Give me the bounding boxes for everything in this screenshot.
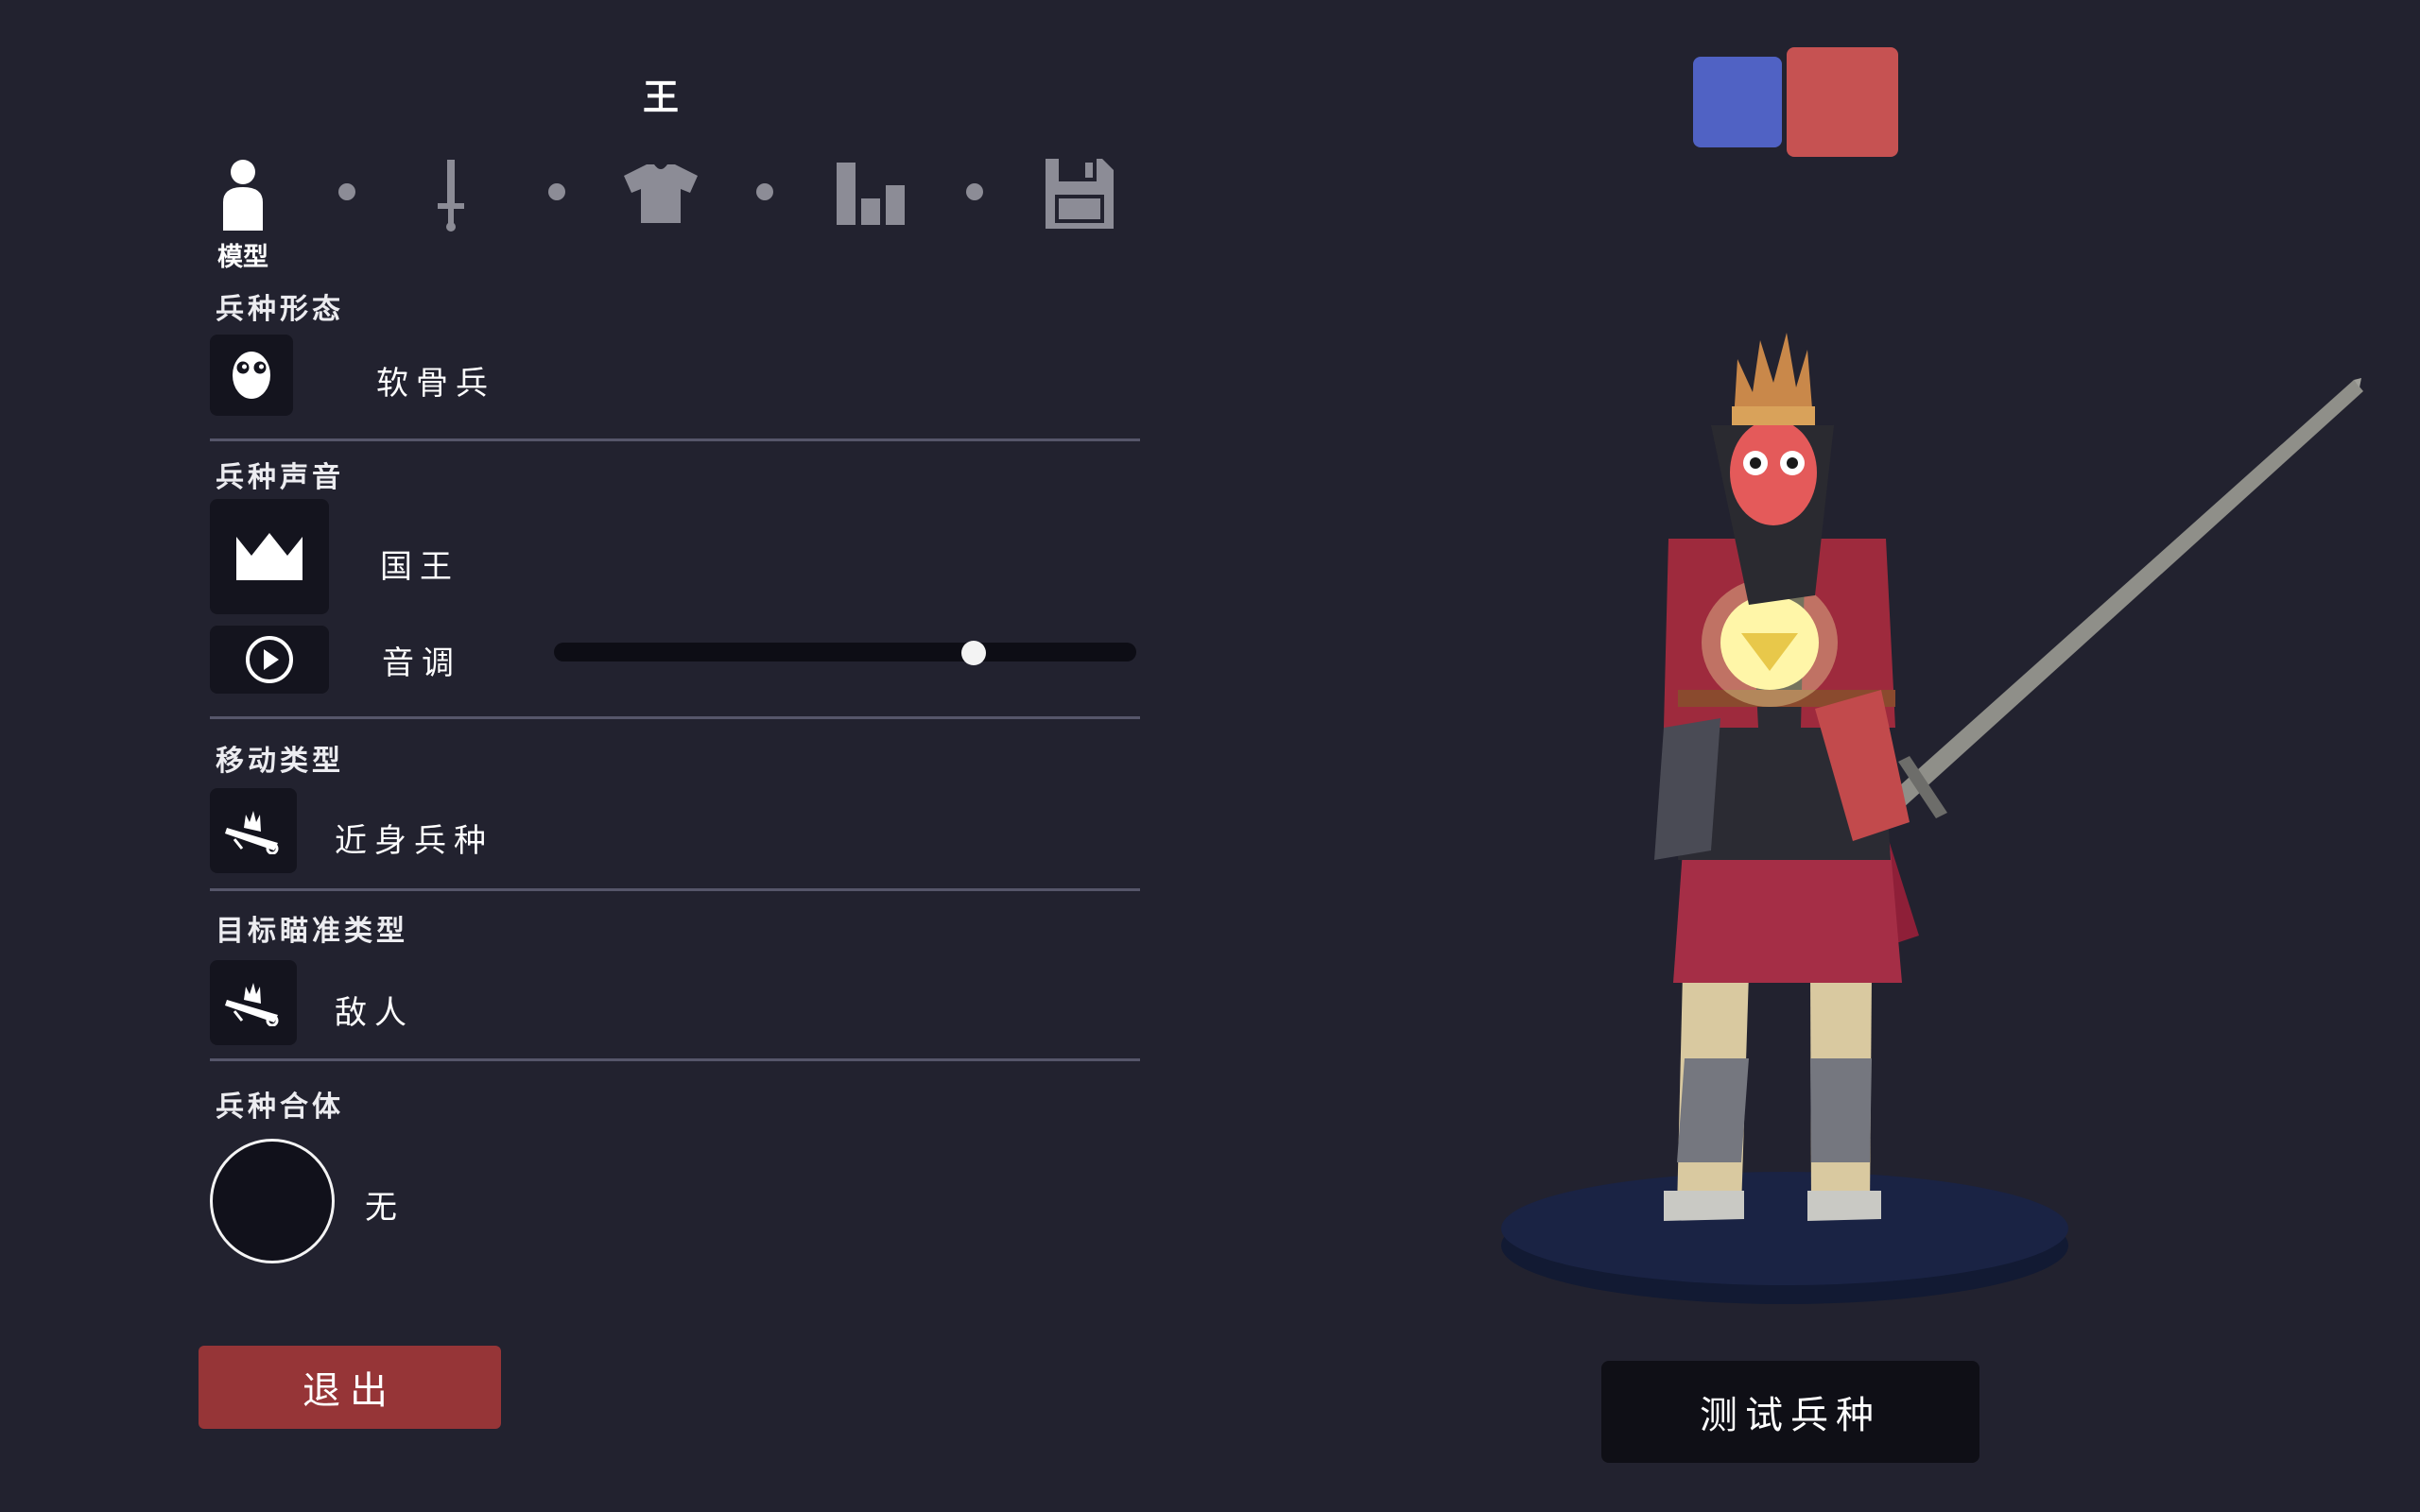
form-select-button[interactable] — [210, 335, 293, 416]
section-divider — [210, 888, 1140, 891]
section-divider — [210, 438, 1140, 441]
team-blue-button[interactable] — [1693, 57, 1782, 147]
nav-separator-dot — [966, 183, 983, 200]
voice-value: 国王 — [380, 548, 459, 586]
unit-icon — [225, 811, 279, 854]
section-divider — [210, 716, 1140, 719]
combine-value: 无 — [365, 1189, 405, 1227]
section-title-targeting: 目标瞄准类型 — [216, 915, 408, 948]
save-icon — [1046, 159, 1114, 229]
left-gauntlet — [1654, 718, 1720, 860]
section-title-combine: 兵种合体 — [216, 1091, 344, 1124]
pedestal-top — [1501, 1172, 2068, 1285]
pitch-label: 音调 — [382, 644, 461, 682]
section-title-movement: 移动类型 — [216, 745, 344, 778]
head — [1730, 420, 1817, 525]
section-title-form: 兵种形态 — [216, 293, 344, 326]
test-unit-button[interactable]: 测试兵种 — [1601, 1361, 1979, 1463]
sword-icon — [438, 160, 464, 232]
voice-select-button[interactable] — [210, 499, 329, 614]
nav-model-step[interactable] — [200, 151, 285, 236]
crown-icon — [236, 533, 302, 580]
nav-clothing-step[interactable] — [618, 151, 703, 236]
shorts — [1673, 850, 1902, 983]
nav-separator-dot — [338, 183, 355, 200]
movement-select-button[interactable] — [210, 788, 297, 873]
right-greave — [1810, 1058, 1872, 1162]
left-greave — [1677, 1058, 1749, 1162]
form-value: 软骨兵 — [376, 365, 495, 403]
face-icon — [233, 352, 270, 399]
stats-icon — [837, 163, 905, 225]
team-red-button[interactable] — [1787, 47, 1898, 157]
unit-preview[interactable] — [1475, 312, 2382, 1323]
movement-value: 近身兵种 — [335, 822, 493, 860]
nav-active-caption: 模型 — [217, 243, 268, 272]
unit-icon — [225, 983, 279, 1026]
pitch-slider-knob[interactable] — [960, 641, 986, 665]
shirt-icon — [624, 164, 698, 223]
pitch-slider-track[interactable] — [554, 643, 1136, 662]
nav-save-step[interactable] — [1037, 151, 1122, 236]
nav-separator-dot — [756, 183, 773, 200]
person-icon — [223, 160, 263, 231]
nav-separator-dot — [548, 183, 565, 200]
nav-weapon-step[interactable] — [408, 151, 493, 236]
play-icon — [246, 636, 293, 683]
unit-name-title: 王 — [642, 77, 681, 118]
nav-stats-step[interactable] — [828, 151, 913, 236]
exit-button[interactable]: 退出 — [199, 1346, 501, 1429]
play-voice-button[interactable] — [210, 626, 329, 694]
combine-slot-button[interactable] — [210, 1139, 335, 1263]
targeting-value: 敌人 — [335, 994, 414, 1032]
targeting-select-button[interactable] — [210, 960, 297, 1045]
section-divider — [210, 1058, 1140, 1061]
section-title-voice: 兵种声音 — [216, 461, 344, 494]
sword-blade — [1891, 380, 2363, 809]
